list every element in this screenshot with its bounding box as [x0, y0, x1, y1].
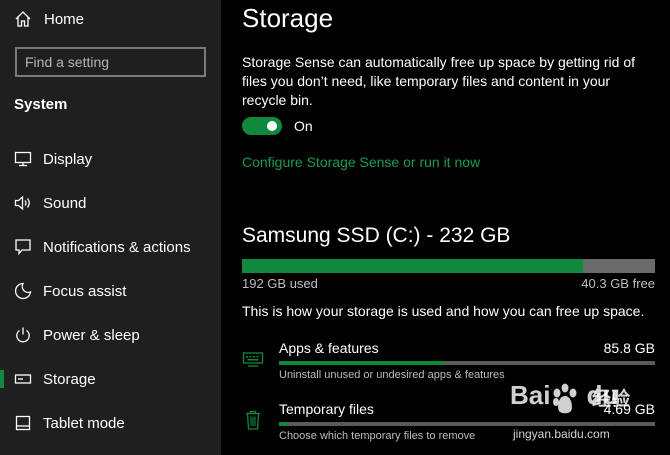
- home-nav-item[interactable]: Home: [14, 9, 84, 29]
- category-usage-fill: [279, 361, 445, 365]
- category-name: Apps & features: [279, 340, 379, 356]
- used-space-label: 192 GB used: [242, 276, 318, 291]
- sidebar-item-storage[interactable]: Storage: [0, 361, 221, 397]
- storage-sense-description: Storage Sense can automatically free up …: [242, 54, 636, 108]
- drive-usage-fill: [242, 259, 584, 273]
- sidebar-item-display[interactable]: Display: [0, 141, 221, 177]
- category-name: Temporary files: [279, 401, 374, 417]
- sidebar-item-focus-assist[interactable]: Focus assist: [0, 273, 221, 309]
- category-size: 4.69 GB: [603, 401, 655, 417]
- speaker-icon: [13, 195, 33, 211]
- free-space-label: 40.3 GB free: [581, 276, 655, 291]
- sidebar-item-label: Tablet mode: [43, 414, 125, 432]
- category-subtitle: Uninstall unused or undesired apps & fea…: [279, 369, 505, 381]
- search-input[interactable]: [25, 54, 206, 70]
- drive-title: Samsung SSD (C:) - 232 GB: [242, 224, 511, 247]
- sidebar-item-label: Storage: [43, 370, 96, 388]
- category-usage-fill: [279, 422, 287, 426]
- sidebar-item-power-sleep[interactable]: Power & sleep: [0, 317, 221, 353]
- storage-icon: [13, 372, 33, 386]
- apps-icon: [242, 352, 264, 367]
- storage-sense-toggle[interactable]: [242, 117, 282, 135]
- category-size: 85.8 GB: [603, 340, 655, 356]
- storage-sense-toggle-row: On: [242, 117, 313, 135]
- category-subtitle: Choose which temporary files to remove: [279, 430, 476, 442]
- sidebar-item-label: Power & sleep: [43, 326, 140, 344]
- sidebar-item-tablet-mode[interactable]: Tablet mode: [0, 405, 221, 441]
- configure-storage-sense-link[interactable]: Configure Storage Sense or run it now: [242, 154, 480, 170]
- sidebar-item-label: Notifications & actions: [43, 238, 191, 256]
- sidebar-item-label: Sound: [43, 194, 87, 212]
- trash-icon: [246, 410, 260, 430]
- power-icon: [13, 326, 33, 344]
- drive-usage-bar[interactable]: [242, 259, 655, 273]
- toggle-knob: [267, 121, 277, 131]
- home-label: Home: [44, 10, 85, 28]
- monitor-icon: [13, 151, 33, 167]
- sidebar-item-label: Focus assist: [43, 282, 127, 300]
- sidebar: Home System Display Sound Notifications …: [0, 0, 221, 455]
- home-icon: [15, 11, 31, 27]
- sidebar-item-label: Display: [43, 150, 93, 168]
- storage-info-text: This is how your storage is used and how…: [242, 303, 645, 319]
- toggle-state-label: On: [294, 118, 313, 134]
- sidebar-item-sound[interactable]: Sound: [0, 185, 221, 221]
- main-content: Storage Storage Sense can automatically …: [221, 0, 670, 455]
- category-temporary-files[interactable]: Temporary files 4.69 GB Choose which tem…: [242, 401, 655, 451]
- section-title: System: [14, 96, 68, 113]
- category-apps-features[interactable]: Apps & features 85.8 GB Uninstall unused…: [242, 340, 655, 390]
- category-usage-bar: [279, 422, 655, 426]
- message-icon: [13, 238, 33, 256]
- search-box[interactable]: [15, 47, 206, 77]
- tablet-icon: [13, 414, 33, 432]
- category-usage-bar: [279, 361, 655, 365]
- page-title: Storage: [242, 3, 334, 33]
- sidebar-item-notifications[interactable]: Notifications & actions: [0, 229, 221, 265]
- moon-icon: [13, 282, 33, 300]
